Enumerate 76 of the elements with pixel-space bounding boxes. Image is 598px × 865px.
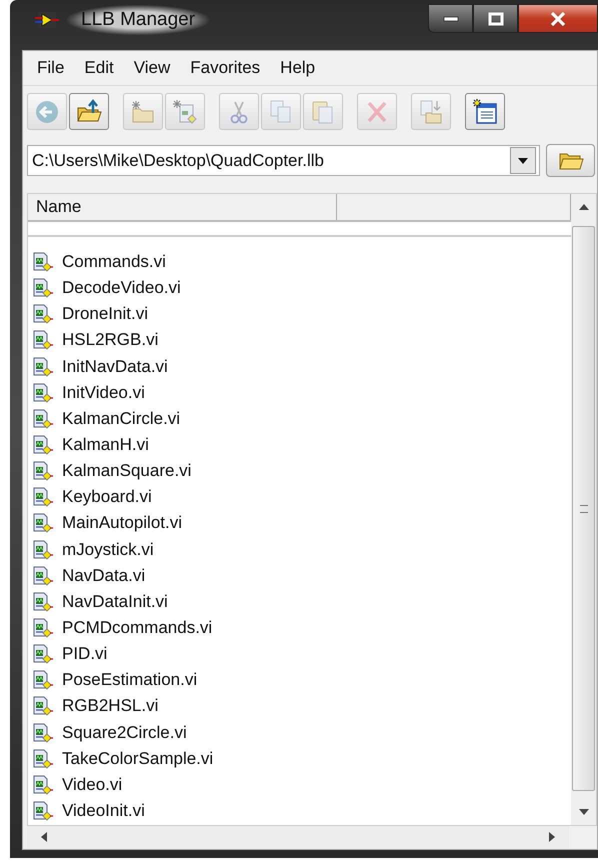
folder-up-icon bbox=[76, 98, 102, 124]
file-name[interactable]: MainAutopilot.vi bbox=[62, 513, 182, 534]
file-name[interactable]: Square2Circle.vi bbox=[62, 722, 187, 743]
file-name[interactable]: Video.vi bbox=[62, 774, 122, 795]
file-name[interactable]: InitNavData.vi bbox=[62, 356, 168, 377]
maximize-button[interactable] bbox=[473, 4, 518, 33]
minimize-icon bbox=[442, 16, 458, 22]
file-name[interactable]: NavDataInit.vi bbox=[62, 592, 168, 612]
file-name[interactable]: InitVideo.vi bbox=[62, 382, 145, 403]
vi-file-icon bbox=[33, 722, 53, 743]
vi-file-icon bbox=[33, 566, 53, 586]
file-name[interactable]: TakeColorSample.vi bbox=[62, 748, 214, 769]
close-button[interactable] bbox=[518, 4, 598, 33]
file-name[interactable]: VideoInit.vi bbox=[62, 801, 145, 822]
scroll-right-arrow[interactable] bbox=[549, 832, 555, 842]
vi-file-icon bbox=[33, 461, 53, 482]
vi-file-icon bbox=[33, 618, 53, 638]
window-title: LLB Manager bbox=[67, 5, 210, 35]
vi-file-icon bbox=[33, 696, 53, 716]
menu-item[interactable]: Favorites bbox=[180, 58, 270, 78]
file-name[interactable]: PCMDcommands.vi bbox=[62, 618, 212, 638]
file-name[interactable]: KalmanH.vi bbox=[62, 435, 149, 456]
dropdown-button[interactable] bbox=[510, 147, 536, 174]
scroll-left-arrow[interactable] bbox=[41, 832, 47, 842]
grip-icon bbox=[580, 504, 588, 512]
menu-item[interactable]: Edit bbox=[74, 58, 124, 78]
vi-file-icon bbox=[33, 513, 53, 534]
file-name[interactable]: Keyboard.vi bbox=[62, 487, 152, 508]
file-name[interactable]: DroneInit.vi bbox=[62, 304, 148, 324]
folder-icon bbox=[558, 150, 584, 170]
vi-file-icon bbox=[33, 435, 53, 456]
new-folder-icon bbox=[130, 98, 156, 124]
vi-file-icon bbox=[33, 592, 53, 612]
toolbar-button[interactable] bbox=[69, 93, 109, 130]
minimize-button[interactable] bbox=[428, 4, 473, 33]
scroll-down-arrow[interactable] bbox=[578, 809, 588, 815]
vi-file-icon bbox=[33, 644, 53, 664]
app-icon bbox=[35, 11, 59, 29]
menu-item[interactable]: Help bbox=[270, 58, 326, 78]
file-name[interactable]: KalmanCircle.vi bbox=[62, 408, 180, 429]
document-folder-icon bbox=[418, 98, 444, 124]
file-name[interactable]: Commands.vi bbox=[62, 252, 166, 272]
horizontal-scrollbar[interactable] bbox=[27, 826, 569, 848]
file-name[interactable]: HSL2RGB.vi bbox=[62, 330, 158, 350]
file-name[interactable]: PID.vi bbox=[62, 644, 108, 664]
new-file-icon bbox=[172, 98, 198, 124]
vi-file-icon bbox=[33, 487, 53, 508]
file-name[interactable]: DecodeVideo.vi bbox=[62, 278, 181, 298]
vi-file-icon bbox=[33, 278, 53, 298]
file-name[interactable]: mJoystick.vi bbox=[62, 540, 154, 560]
vi-file-icon bbox=[33, 252, 53, 272]
vi-file-icon bbox=[33, 540, 53, 560]
vi-file-icon bbox=[33, 330, 53, 350]
vi-file-icon bbox=[33, 670, 53, 690]
maximize-icon bbox=[488, 12, 504, 26]
window-list-icon bbox=[472, 98, 498, 124]
menu-item[interactable]: File bbox=[27, 58, 74, 78]
vi-file-icon bbox=[33, 382, 53, 403]
browse-button[interactable] bbox=[546, 144, 595, 177]
file-name[interactable]: RGB2HSL.vi bbox=[62, 696, 158, 716]
toolbar-button[interactable] bbox=[465, 93, 505, 130]
file-name[interactable]: NavData.vi bbox=[62, 566, 146, 586]
vi-file-icon bbox=[33, 801, 53, 822]
vi-file-icon bbox=[33, 356, 53, 377]
menu-item[interactable]: View bbox=[124, 58, 180, 78]
close-icon bbox=[549, 12, 567, 26]
scroll-thumb[interactable] bbox=[572, 226, 595, 791]
vi-file-icon bbox=[33, 304, 53, 324]
vi-file-icon bbox=[33, 748, 53, 769]
file-name[interactable]: KalmanSquare.vi bbox=[62, 461, 192, 482]
file-name[interactable]: PoseEstimation.vi bbox=[62, 670, 198, 690]
vi-file-icon bbox=[33, 408, 53, 429]
scroll-up-arrow[interactable] bbox=[578, 204, 588, 210]
caret-icon bbox=[518, 158, 528, 164]
vi-file-icon bbox=[33, 774, 53, 795]
path-field[interactable]: C:\Users\Mike\Desktop\QuadCopter.llb bbox=[27, 145, 540, 176]
